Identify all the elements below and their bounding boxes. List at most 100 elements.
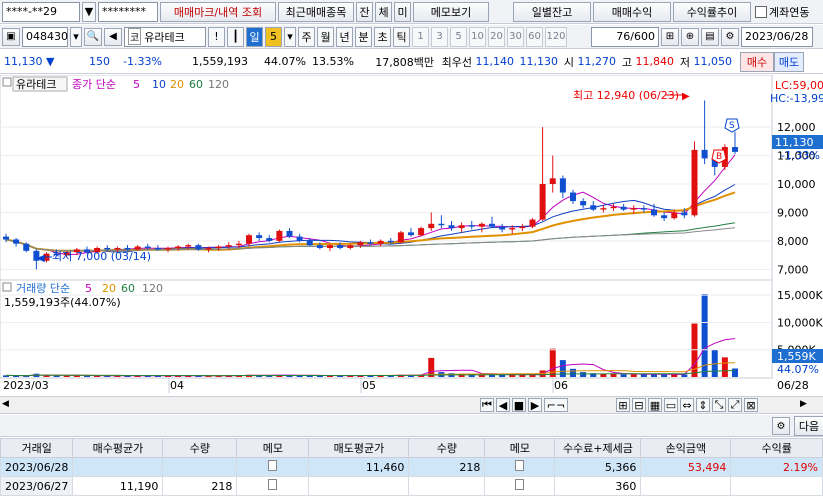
tool-icon[interactable]: ▦ <box>648 398 662 412</box>
save-icon[interactable]: ▤ <box>701 27 719 46</box>
gear-icon[interactable]: ⚙ <box>721 27 739 46</box>
chart-menu-icon[interactable]: ▣ <box>2 27 20 46</box>
table-row[interactable]: 2023/06/27 11,190 218 360 <box>0 476 823 496</box>
zoom-icon[interactable]: ⊕ <box>681 27 699 46</box>
tool-icon[interactable]: ▭ <box>664 398 678 412</box>
candle <box>165 247 171 250</box>
account-link-checkbox[interactable] <box>755 5 767 18</box>
stock-code-input[interactable]: 048430 <box>22 26 68 47</box>
candle <box>438 223 445 226</box>
candle <box>266 238 273 241</box>
sell-button[interactable]: 매도 <box>774 51 804 72</box>
password-field[interactable]: ******** <box>98 1 158 22</box>
stop-icon[interactable]: ■ <box>512 398 526 412</box>
memo-icon[interactable] <box>515 479 525 490</box>
candle <box>316 245 323 248</box>
cell-sell-memo[interactable] <box>484 457 556 477</box>
price-chart[interactable]: 유라테크 종가 단순 5 10 20 60 120 LC:59,00 HC:-1… <box>0 75 823 395</box>
balance-button[interactable]: 잔 <box>356 1 373 22</box>
tool-icon[interactable]: ⊞ <box>616 398 630 412</box>
tool-icon[interactable]: ⤡ <box>712 398 726 412</box>
interval-button[interactable]: 5 <box>450 26 467 47</box>
col-return: 수익률 <box>730 438 823 458</box>
period-minute-button[interactable]: 분 <box>355 26 372 47</box>
candle <box>651 209 657 216</box>
date-field[interactable]: 2023/06/28 <box>741 26 813 47</box>
range-icon[interactable]: ⌐¬ <box>544 398 568 412</box>
volume-legend: 거래량 단순 <box>16 282 70 295</box>
next-page-button[interactable]: 다음 <box>794 416 823 436</box>
list-gear-icon[interactable]: ⚙ <box>772 417 790 435</box>
stock-name-field[interactable]: 코 유라테크 <box>124 26 206 47</box>
account-dropdown-icon[interactable]: ▼ <box>82 1 96 22</box>
period-day-button[interactable]: 일 <box>246 26 263 47</box>
code-dropdown-icon[interactable]: ▾ <box>70 26 82 47</box>
cell-fee: 360 <box>554 476 642 496</box>
interval-button[interactable]: 10 <box>469 26 486 47</box>
period-year-button[interactable]: 년 <box>336 26 353 47</box>
col-buy-qty: 수량 <box>162 438 238 458</box>
trade-marks-button[interactable]: 매매마크/내역 조회 <box>160 1 276 22</box>
candle <box>134 246 141 250</box>
chart-scrollbar[interactable]: ◀ ⏮ ◀ ■ ▶ ⌐¬ ⊞ ⊟ ▦ ▭ ⇔ ⇕ ⤡ ⤢ ⊠ ▶ <box>0 396 823 414</box>
cell-buy-memo[interactable] <box>236 457 310 477</box>
interval-button[interactable]: 1 <box>412 26 429 47</box>
account-field[interactable]: ****-**29 <box>2 1 80 22</box>
buy-button[interactable]: 매수 <box>740 51 774 72</box>
period-second-button[interactable]: 초 <box>374 26 391 47</box>
period-tick-button[interactable]: 틱 <box>393 26 410 47</box>
tool-icon[interactable]: ⊠ <box>744 398 758 412</box>
cell-sell-memo[interactable] <box>484 476 556 496</box>
chart-type-icon[interactable]: ⊞ <box>661 27 679 46</box>
scroll-left-icon[interactable]: ◀ <box>2 399 14 411</box>
col-sell-avg: 매도평균가 <box>308 438 410 458</box>
speaker-icon[interactable]: ◀ <box>104 27 122 46</box>
candle <box>13 239 20 244</box>
return-trend-button[interactable]: 수익률추이 <box>673 1 751 22</box>
open-price: 11,270 <box>577 55 617 68</box>
memo-button[interactable]: 메모보기 <box>413 1 489 22</box>
tool-icon[interactable]: ⇕ <box>696 398 710 412</box>
daily-balance-button[interactable]: 일별잔고 <box>513 1 591 22</box>
candle <box>570 192 576 202</box>
candle <box>620 206 627 210</box>
lc-label: LC:59,00 <box>775 79 823 92</box>
memo-icon[interactable] <box>268 479 278 490</box>
period-dropdown-icon[interactable]: ▾ <box>284 26 296 47</box>
first-icon[interactable]: ⏮ <box>480 398 494 412</box>
cell-buy-memo[interactable] <box>236 476 310 496</box>
volume-bar <box>63 375 70 377</box>
next-icon[interactable]: ▶ <box>528 398 542 412</box>
tool-icon[interactable]: ⤢ <box>728 398 742 412</box>
interval-button[interactable]: 30 <box>507 26 524 47</box>
prev-icon[interactable]: ◀ <box>496 398 510 412</box>
price-tick: 12,000 <box>777 121 816 134</box>
high-label: 고 <box>621 55 632 69</box>
candle <box>580 201 587 206</box>
period-value-field[interactable]: 5 <box>265 26 282 47</box>
interval-button[interactable]: 120 <box>545 26 567 47</box>
interval-button[interactable]: 3 <box>431 26 448 47</box>
tool-icon[interactable]: ⊟ <box>632 398 646 412</box>
executed-button[interactable]: 체 <box>375 1 392 22</box>
quote-bar: 11,130 ▼ 150 -1.33% 1,559,193 44.07% 13.… <box>0 50 823 74</box>
count-field[interactable]: 76/600 <box>591 26 659 47</box>
interval-button[interactable]: 20 <box>488 26 505 47</box>
candle <box>246 235 252 244</box>
memo-icon[interactable] <box>515 460 525 471</box>
trade-profit-button[interactable]: 매매수익 <box>593 1 671 22</box>
candle <box>306 240 313 246</box>
tool-icon[interactable]: ⇔ <box>680 398 694 412</box>
scroll-right-icon[interactable]: ▶ <box>800 399 807 409</box>
period-month-button[interactable]: 월 <box>317 26 334 47</box>
table-row[interactable]: 2023/06/28 11,460 218 5,366 53,494 2.19% <box>0 457 823 477</box>
alert-icon[interactable]: ! <box>208 26 225 47</box>
memo-icon[interactable] <box>268 460 278 471</box>
buy-mark-label: B <box>716 152 722 162</box>
pin-icon[interactable]: ┃ <box>227 26 244 47</box>
search-icon[interactable]: 🔍 <box>84 27 102 46</box>
period-week-button[interactable]: 주 <box>298 26 315 47</box>
recent-items-button[interactable]: 최근매매종목 <box>278 1 354 22</box>
interval-button[interactable]: 60 <box>526 26 543 47</box>
unexecuted-button[interactable]: 미 <box>394 1 411 22</box>
